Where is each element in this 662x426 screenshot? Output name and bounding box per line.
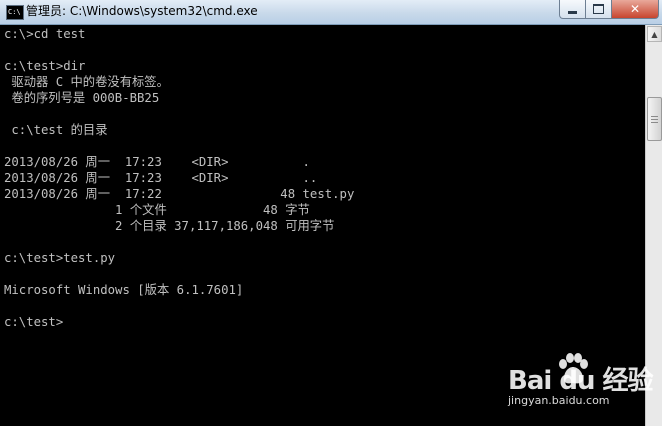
close-icon: ✕ bbox=[629, 2, 641, 16]
console-line: c:\>cd test bbox=[4, 27, 86, 41]
console-line: 驱动器 C 中的卷没有标签。 bbox=[4, 75, 169, 89]
console-line: 2013/08/26 周一 17:22 48 test.py bbox=[4, 187, 355, 201]
console-line: 2013/08/26 周一 17:23 <DIR> . bbox=[4, 155, 310, 169]
grip-line bbox=[651, 119, 658, 120]
minimize-button[interactable] bbox=[559, 0, 586, 19]
console-line: Microsoft Windows [版本 6.1.7601] bbox=[4, 283, 244, 297]
baidu-jingyan-watermark: Bai du 经验 jingyan.baidu.com bbox=[500, 352, 653, 412]
grip-line bbox=[651, 116, 658, 117]
close-button[interactable]: ✕ bbox=[611, 0, 659, 19]
paw-icon bbox=[559, 353, 588, 384]
scroll-up-button[interactable]: ▲ bbox=[647, 26, 662, 42]
cmd-icon: C:\ bbox=[6, 5, 24, 20]
console-line: 2013/08/26 周一 17:23 <DIR> .. bbox=[4, 171, 318, 185]
console-line: c:\test 的目录 bbox=[4, 123, 108, 137]
minimize-icon bbox=[568, 10, 577, 14]
cmd-window: C:\ 管理员: C:\Windows\system32\cmd.exe ✕ c… bbox=[0, 0, 662, 426]
window-title: 管理员: C:\Windows\system32\cmd.exe bbox=[26, 4, 258, 18]
scroll-thumb[interactable] bbox=[647, 97, 662, 141]
grip-line bbox=[651, 122, 658, 123]
maximize-button[interactable] bbox=[585, 0, 612, 19]
console-line: 2 个目录 37,117,186,048 可用字节 bbox=[4, 219, 335, 233]
console-line: c:\test> bbox=[4, 315, 64, 329]
title-bar[interactable]: C:\ 管理员: C:\Windows\system32\cmd.exe ✕ bbox=[0, 0, 662, 25]
watermark-url: jingyan.baidu.com bbox=[508, 394, 610, 407]
console-line: c:\test>test.py bbox=[4, 251, 116, 265]
chevron-up-icon: ▲ bbox=[651, 29, 658, 39]
cmd-icon-label: C:\ bbox=[8, 8, 21, 16]
console-line: 1 个文件 48 字节 bbox=[4, 203, 310, 217]
maximize-icon bbox=[593, 4, 604, 14]
console-line: c:\test>dir bbox=[4, 59, 86, 73]
console-line: 卷的序列号是 000B-BB25 bbox=[4, 91, 160, 105]
